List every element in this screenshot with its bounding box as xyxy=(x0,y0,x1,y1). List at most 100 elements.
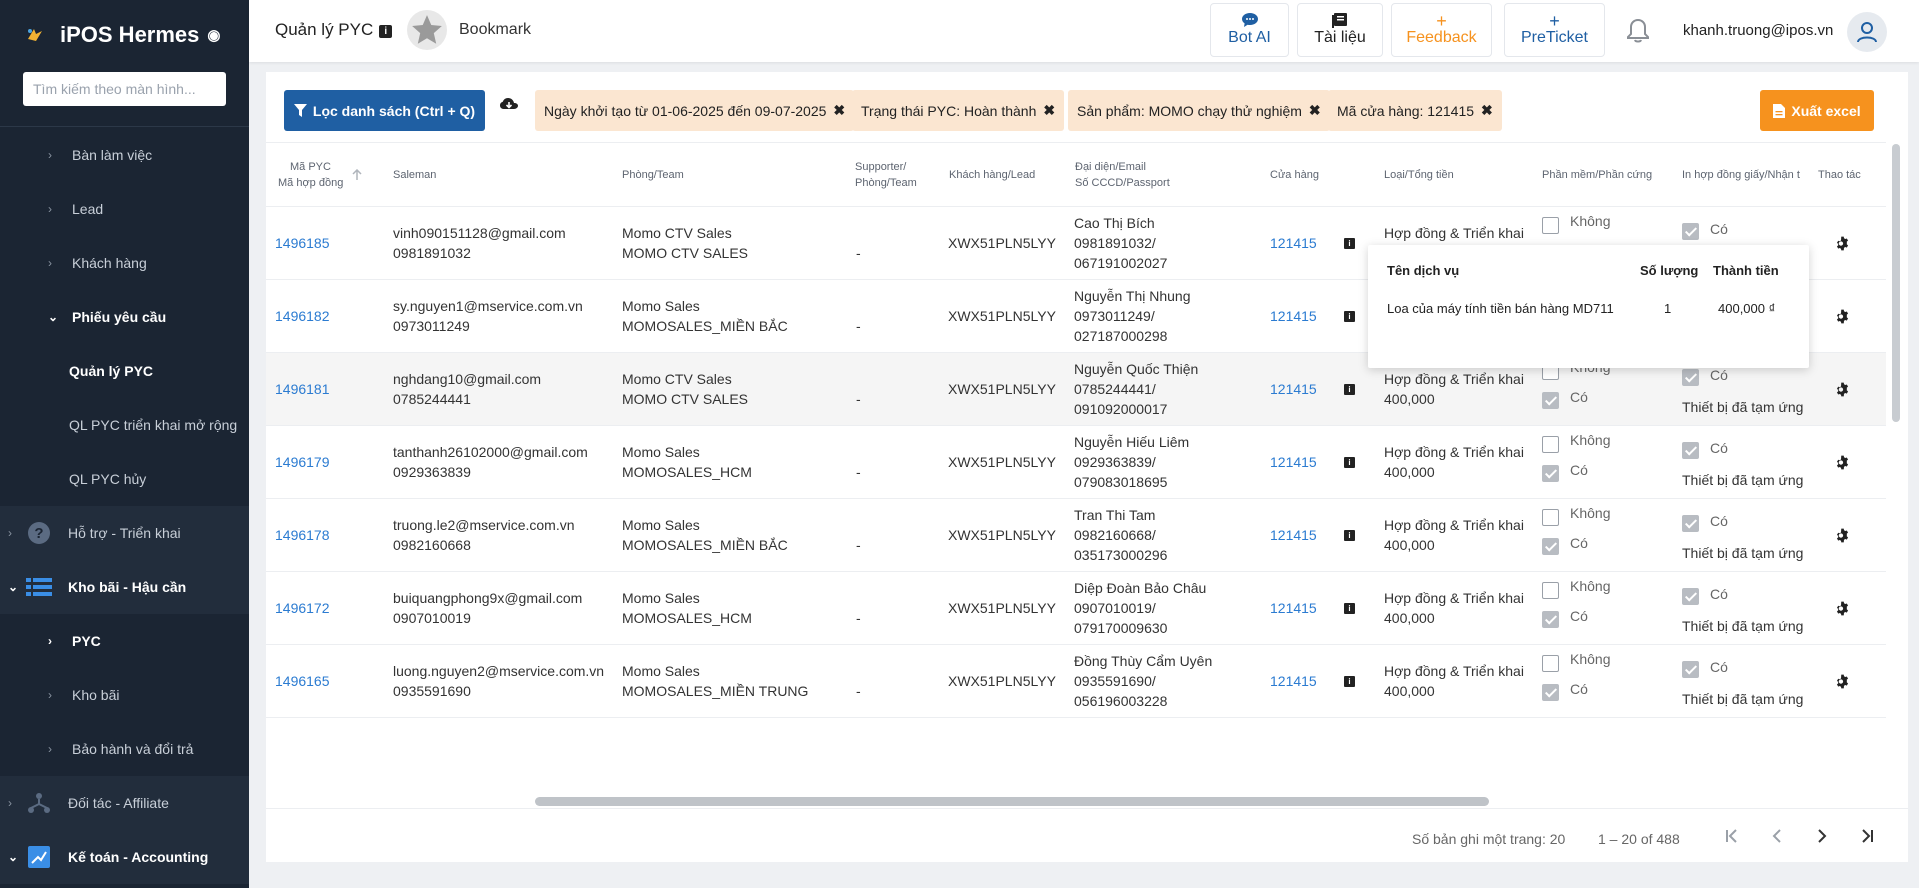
store-link[interactable]: 121415 xyxy=(1270,379,1317,399)
close-icon[interactable]: ✖ xyxy=(1043,102,1055,119)
table-row[interactable]: 1496178 truong.le2@mservice.com.vn 0982160… xyxy=(266,499,1886,572)
user-avatar-icon[interactable] xyxy=(1847,12,1887,52)
sidebar-group-kho-bai[interactable]: ⌄ Kho bãi - Hậu cần xyxy=(0,560,249,614)
sidebar-item-ban-lam-viec[interactable]: › Bàn làm việc xyxy=(0,128,249,182)
gear-icon[interactable] xyxy=(1835,455,1850,473)
team-code: MOMOSALES_HCM xyxy=(622,610,752,626)
sidebar-item-ql-pyc-trien-khai[interactable]: QL PYC triển khai mở rộng xyxy=(0,398,249,452)
pyc-id-link[interactable]: 1496182 xyxy=(275,306,330,326)
info-icon[interactable]: i xyxy=(1344,384,1355,395)
first-page-icon[interactable] xyxy=(1721,825,1743,847)
sidebar-item-label: Hỗ trợ - Triển khai xyxy=(68,525,181,541)
th-ma-pyc[interactable]: Mã PYC Mã hợp đồng xyxy=(278,143,358,207)
pyc-id-link[interactable]: 1496185 xyxy=(275,233,330,253)
last-page-icon[interactable] xyxy=(1856,825,1878,847)
vertical-scrollbar[interactable] xyxy=(1892,144,1900,422)
sidebar-item-lead[interactable]: › Lead xyxy=(0,182,249,236)
paper-contract-checkbox[interactable] xyxy=(1682,515,1699,532)
filter-chip-date[interactable]: Ngày khởi tạo từ 01-06-2025 đến 09-07-20… xyxy=(535,90,855,131)
sidebar-group-ho-tro[interactable]: › ? Hỗ trợ - Triển khai xyxy=(0,506,249,560)
filter-list-button[interactable]: Lọc danh sách (Ctrl + Q) xyxy=(284,90,485,131)
paper-contract-checkbox[interactable] xyxy=(1682,369,1699,386)
info-icon[interactable]: i xyxy=(379,25,393,38)
store-link[interactable]: 121415 xyxy=(1270,306,1317,326)
bot-ai-button[interactable]: Bot AI xyxy=(1210,3,1289,57)
pyc-id-link[interactable]: 1496178 xyxy=(275,525,330,545)
store-link[interactable]: 121415 xyxy=(1270,598,1317,618)
hardware-checkbox[interactable] xyxy=(1542,611,1559,628)
store-link[interactable]: 121415 xyxy=(1270,525,1317,545)
store-link[interactable]: 121415 xyxy=(1270,233,1317,253)
filter-chip-store[interactable]: Mã cửa hàng: 121415 ✖ xyxy=(1328,90,1502,131)
sidebar-search[interactable] xyxy=(23,72,226,106)
docs-button[interactable]: Tài liệu xyxy=(1297,3,1383,57)
sidebar-item-phieu-yeu-cau[interactable]: ⌄ Phiếu yêu cầu xyxy=(0,290,249,344)
software-checkbox[interactable] xyxy=(1542,436,1559,453)
user-email[interactable]: khanh.truong@ipos.vn xyxy=(1683,22,1833,39)
software-checkbox[interactable] xyxy=(1542,217,1559,234)
gear-icon[interactable] xyxy=(1835,674,1850,692)
info-icon[interactable]: i xyxy=(1344,457,1355,468)
filter-chip-status[interactable]: Trạng thái PYC: Hoàn thành ✖ xyxy=(852,90,1065,131)
close-icon[interactable]: ✖ xyxy=(1309,102,1321,119)
sidebar-item-ql-pyc-huy[interactable]: QL PYC hủy xyxy=(0,452,249,506)
close-icon[interactable]: ✖ xyxy=(833,102,845,119)
close-icon[interactable]: ✖ xyxy=(1481,102,1493,119)
prev-page-icon[interactable] xyxy=(1766,825,1788,847)
sidebar-group-doi-tac[interactable]: › Đối tác - Affiliate xyxy=(0,776,249,830)
sidebar-item-khach-hang[interactable]: › Khách hàng xyxy=(0,236,249,290)
hardware-checkbox[interactable] xyxy=(1542,392,1559,409)
pyc-id-link[interactable]: 1496181 xyxy=(275,379,330,399)
sidebar-item-kho-bai[interactable]: › Kho bãi xyxy=(0,668,249,722)
software-checkbox[interactable] xyxy=(1542,582,1559,599)
software-checkbox[interactable] xyxy=(1542,655,1559,672)
gear-icon[interactable] xyxy=(1835,382,1850,400)
bookmark-button[interactable]: Bookmark xyxy=(407,10,531,50)
sidebar-item-quan-ly-pyc[interactable]: Quản lý PYC xyxy=(0,344,249,398)
th-label: Mã hợp đồng xyxy=(278,177,344,189)
table-row[interactable]: 1496165 luong.nguyen2@mservice.com.vn 0935… xyxy=(266,645,1886,718)
store-link[interactable]: 121415 xyxy=(1270,452,1317,472)
gear-icon[interactable] xyxy=(1835,309,1850,327)
sidebar-item-bao-hanh[interactable]: › Bảo hành và đổi trả xyxy=(0,722,249,776)
rep-id: 079083018695 xyxy=(1074,474,1168,490)
info-icon[interactable]: i xyxy=(1344,530,1355,541)
sort-arrow-icon[interactable] xyxy=(352,143,362,207)
per-page-label[interactable]: Số bản ghi một trang: 20 xyxy=(1412,831,1565,847)
gear-icon[interactable] xyxy=(1835,236,1850,254)
table-row[interactable]: 1496172 buiquangphong9x@gmail.com 09070100… xyxy=(266,572,1886,645)
sidebar-search-input[interactable] xyxy=(33,81,226,97)
horizontal-scrollbar[interactable] xyxy=(535,797,1489,806)
preticket-button[interactable]: + PreTicket xyxy=(1504,3,1605,57)
hardware-checkbox[interactable] xyxy=(1542,684,1559,701)
next-page-icon[interactable] xyxy=(1811,825,1833,847)
software-checkbox[interactable] xyxy=(1542,509,1559,526)
paper-contract-checkbox[interactable] xyxy=(1682,588,1699,605)
hardware-checkbox[interactable] xyxy=(1542,465,1559,482)
cloud-download-icon[interactable] xyxy=(500,98,518,115)
sidebar-group-ke-toan[interactable]: ⌄ Kế toán - Accounting xyxy=(0,830,249,884)
info-icon[interactable]: i xyxy=(1344,238,1355,249)
info-icon[interactable]: i xyxy=(1344,311,1355,322)
info-icon[interactable]: i xyxy=(1344,676,1355,687)
pyc-id-link[interactable]: 1496179 xyxy=(275,452,330,472)
hardware-checkbox[interactable] xyxy=(1542,538,1559,555)
sidebar-item-pyc[interactable]: › PYC xyxy=(0,614,249,668)
table-row[interactable]: 1496159liem.nguyen1@mservice.com.vn09682… xyxy=(266,718,1886,727)
paper-contract-checkbox[interactable] xyxy=(1682,661,1699,678)
store-link[interactable]: 121415 xyxy=(1270,671,1317,691)
feedback-button[interactable]: + Feedback xyxy=(1391,3,1492,57)
brand[interactable]: iPOS Hermes ◉ xyxy=(0,0,249,70)
rep-id: 067191002027 xyxy=(1074,255,1168,271)
paper-contract-checkbox[interactable] xyxy=(1682,442,1699,459)
gear-icon[interactable] xyxy=(1835,601,1850,619)
paper-contract-checkbox[interactable] xyxy=(1682,223,1699,240)
export-excel-button[interactable]: Xuất excel xyxy=(1760,90,1874,131)
bell-icon[interactable] xyxy=(1626,18,1650,47)
gear-icon[interactable] xyxy=(1835,528,1850,546)
pyc-id-link[interactable]: 1496165 xyxy=(275,671,330,691)
info-icon[interactable]: i xyxy=(1344,603,1355,614)
filter-chip-product[interactable]: Sản phẩm: MOMO chạy thử nghiệm ✖ xyxy=(1068,90,1330,131)
pyc-id-link[interactable]: 1496172 xyxy=(275,598,330,618)
table-row[interactable]: 1496179 tanthanh26102000@gmail.com 0929363… xyxy=(266,426,1886,499)
